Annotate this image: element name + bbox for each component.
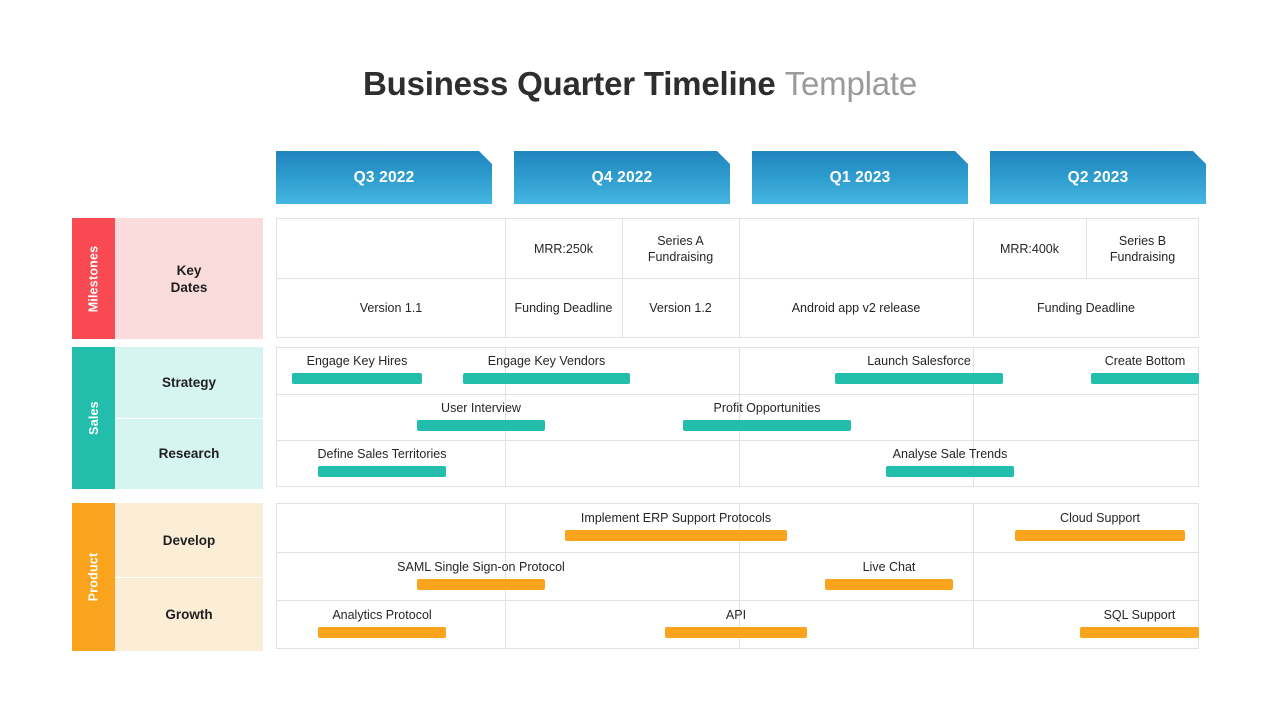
grid-row: User Interview Profit Opportunities: [277, 394, 1198, 440]
task-label: Cloud Support: [1060, 511, 1140, 525]
quarter-header-label: Q4 2022: [591, 168, 653, 186]
task-bar[interactable]: [292, 373, 422, 384]
quarter-divider: [973, 504, 974, 552]
quarter-divider: [739, 553, 740, 600]
task-label: SQL Support: [1103, 608, 1176, 622]
row-label-panel-product: Develop Growth: [115, 503, 263, 651]
quarter-header-1[interactable]: Q3 2022: [276, 151, 492, 204]
milestone-cell[interactable]: Funding Deadline: [505, 279, 622, 337]
quarter-divider: [505, 441, 506, 486]
row-label-product-2[interactable]: Growth: [115, 577, 263, 650]
task-label: Live Chat: [862, 560, 916, 574]
milestone-cell[interactable]: MRR:400k: [973, 219, 1086, 278]
milestone-cell[interactable]: Android app v2 release: [739, 279, 973, 337]
task-label: Analytics Protocol: [332, 608, 432, 622]
row-label-sales-1[interactable]: Strategy: [115, 347, 263, 418]
quarter-header-3[interactable]: Q1 2023: [752, 151, 968, 204]
task-label: Engage Key Vendors: [487, 354, 606, 368]
quarter-divider: [973, 553, 974, 600]
quarter-divider: [739, 441, 740, 486]
milestone-cell[interactable]: Version 1.1: [277, 279, 505, 337]
grid-sales: Engage Key Hires Engage Key Vendors Launch…: [276, 347, 1199, 487]
category-bar-label: Product: [86, 552, 101, 602]
task-bar[interactable]: [835, 373, 1003, 384]
task-bar[interactable]: [565, 530, 787, 541]
quarter-divider: [973, 348, 974, 394]
milestone-cell[interactable]: Version 1.2: [622, 279, 739, 337]
task-bar[interactable]: [1091, 373, 1199, 384]
page-title-main: Business Quarter Timeline: [362, 65, 776, 102]
task-bar[interactable]: [1080, 627, 1199, 638]
task-bar[interactable]: [886, 466, 1014, 477]
category-bar-product: Product: [72, 503, 115, 651]
task-label: User Interview: [441, 401, 521, 415]
grid-milestones: MRR:250k Series A Fundraising MRR:400k Seri…: [276, 218, 1199, 338]
task-bar[interactable]: [318, 466, 446, 477]
grid-row: Version 1.1 Funding Deadline Version 1.2 An…: [277, 278, 1198, 337]
row-label-text: Develop: [162, 532, 216, 548]
quarter-divider: [505, 601, 506, 648]
category-bar-label: Milestones: [86, 245, 101, 312]
task-bar[interactable]: [318, 627, 446, 638]
milestone-cell[interactable]: MRR:250k: [505, 219, 622, 278]
row-label-milestones-1[interactable]: Key Dates: [115, 218, 263, 339]
category-bar-milestones: Milestones: [72, 218, 115, 339]
category-bar-sales: Sales: [72, 347, 115, 489]
task-bar[interactable]: [825, 579, 953, 590]
grid-row: Define Sales Territories Analyse Sale Tre…: [277, 440, 1198, 486]
grid-row: Implement ERP Support Protocols Cloud Sup…: [277, 504, 1198, 552]
row-label-line2: Dates: [170, 279, 208, 295]
row-label-line1: Key: [176, 262, 202, 278]
grid-product: Implement ERP Support Protocols Cloud Sup…: [276, 503, 1199, 649]
page-title: Business Quarter Timeline Template: [0, 62, 1280, 106]
task-label: SAML Single Sign-on Protocol: [397, 560, 565, 574]
task-label: Create Bottom: [1104, 354, 1186, 368]
grid-row: Engage Key Hires Engage Key Vendors Launch…: [277, 348, 1199, 394]
row-label-text: Strategy: [161, 375, 217, 390]
task-bar[interactable]: [683, 420, 851, 431]
grid-row: SAML Single Sign-on Protocol Live Chat: [277, 552, 1198, 600]
milestone-cell[interactable]: Series A Fundraising: [622, 219, 739, 278]
quarter-divider: [505, 504, 506, 552]
quarter-header-4[interactable]: Q2 2023: [990, 151, 1206, 204]
row-label-text: Research: [158, 446, 220, 461]
task-bar[interactable]: [463, 373, 630, 384]
page-title-sub: Template: [784, 65, 918, 102]
category-bar-label: Sales: [86, 401, 101, 435]
milestone-cell[interactable]: Funding Deadline: [973, 279, 1199, 337]
milestone-cell[interactable]: [739, 219, 973, 278]
task-label: Profit Opportunities: [713, 401, 821, 415]
quarter-divider: [973, 395, 974, 440]
quarter-divider: [739, 348, 740, 394]
quarter-divider: [973, 601, 974, 648]
quarter-header-label: Q3 2022: [353, 168, 415, 186]
row-label-text: Key Dates: [171, 262, 208, 296]
grid-row: Analytics Protocol API SQL Support: [277, 600, 1199, 648]
row-label-panel-sales: Strategy Research: [115, 347, 263, 489]
task-bar[interactable]: [417, 420, 545, 431]
task-bar[interactable]: [417, 579, 545, 590]
task-label: API: [725, 608, 747, 622]
milestone-cell[interactable]: Series B Fundraising: [1086, 219, 1199, 278]
task-label: Launch Salesforce: [867, 354, 971, 368]
quarter-header-label: Q2 2023: [1067, 168, 1129, 186]
row-label-product-1[interactable]: Develop: [115, 503, 263, 577]
task-label: Define Sales Territories: [317, 447, 447, 461]
quarter-header-2[interactable]: Q4 2022: [514, 151, 730, 204]
grid-row: MRR:250k Series A Fundraising MRR:400k Seri…: [277, 219, 1198, 278]
milestone-cell[interactable]: [277, 219, 505, 278]
row-label-text: Growth: [165, 606, 213, 622]
task-label: Implement ERP Support Protocols: [580, 511, 772, 525]
row-label-sales-2[interactable]: Research: [115, 418, 263, 488]
task-label: Analyse Sale Trends: [892, 447, 1008, 461]
quarter-header-label: Q1 2023: [829, 168, 891, 186]
task-bar[interactable]: [665, 627, 807, 638]
task-label: Engage Key Hires: [306, 354, 408, 368]
row-label-panel-milestones: Key Dates: [115, 218, 263, 339]
task-bar[interactable]: [1015, 530, 1185, 541]
